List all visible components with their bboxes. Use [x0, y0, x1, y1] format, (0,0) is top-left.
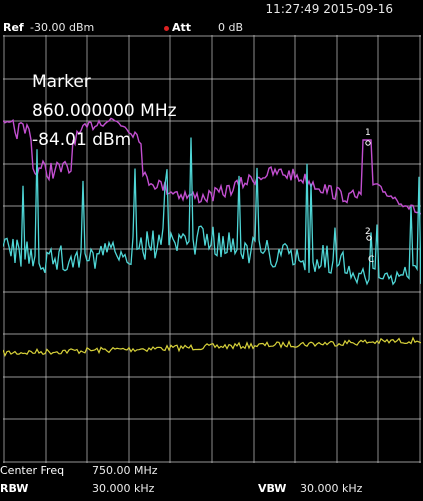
- marker-readout: Marker 860.000000 MHz -84.01 dBm: [32, 68, 177, 155]
- top-bar: 11:27:49 2015-09-16: [0, 0, 423, 20]
- ref-value: -30.00 dBm: [30, 21, 95, 34]
- marker-title: Marker: [32, 72, 91, 92]
- timestamp: 11:27:49 2015-09-16: [265, 2, 393, 16]
- marker-level: -84.01 dBm: [32, 130, 132, 150]
- att-value: 0 dB: [218, 21, 244, 34]
- marker-2-label: 2: [365, 227, 371, 237]
- center-freq-label: Center Freq: [0, 464, 65, 477]
- marker-1-point: [365, 140, 371, 146]
- vbw-value: 30.000 kHz: [300, 482, 363, 495]
- marker-frequency: 860.000000 MHz: [32, 101, 177, 121]
- marker-1-label: 1: [365, 128, 371, 138]
- marker-c-label: C: [368, 255, 374, 265]
- status-bar: Ref -30.00 dBm Att 0 dB: [0, 20, 423, 36]
- ref-label: Ref: [3, 21, 24, 34]
- vbw-label: VBW: [258, 482, 287, 495]
- rbw-value: 30.000 kHz: [92, 482, 155, 495]
- att-indicator-icon: [164, 26, 169, 31]
- center-freq-value: 750.00 MHz: [92, 464, 158, 477]
- rbw-label: RBW: [0, 482, 29, 495]
- att-label: Att: [172, 21, 192, 34]
- bottom-bar: Center Freq 750.00 MHz RBW 30.000 kHz VB…: [0, 462, 423, 501]
- marker-points: 1 2 C: [365, 128, 374, 265]
